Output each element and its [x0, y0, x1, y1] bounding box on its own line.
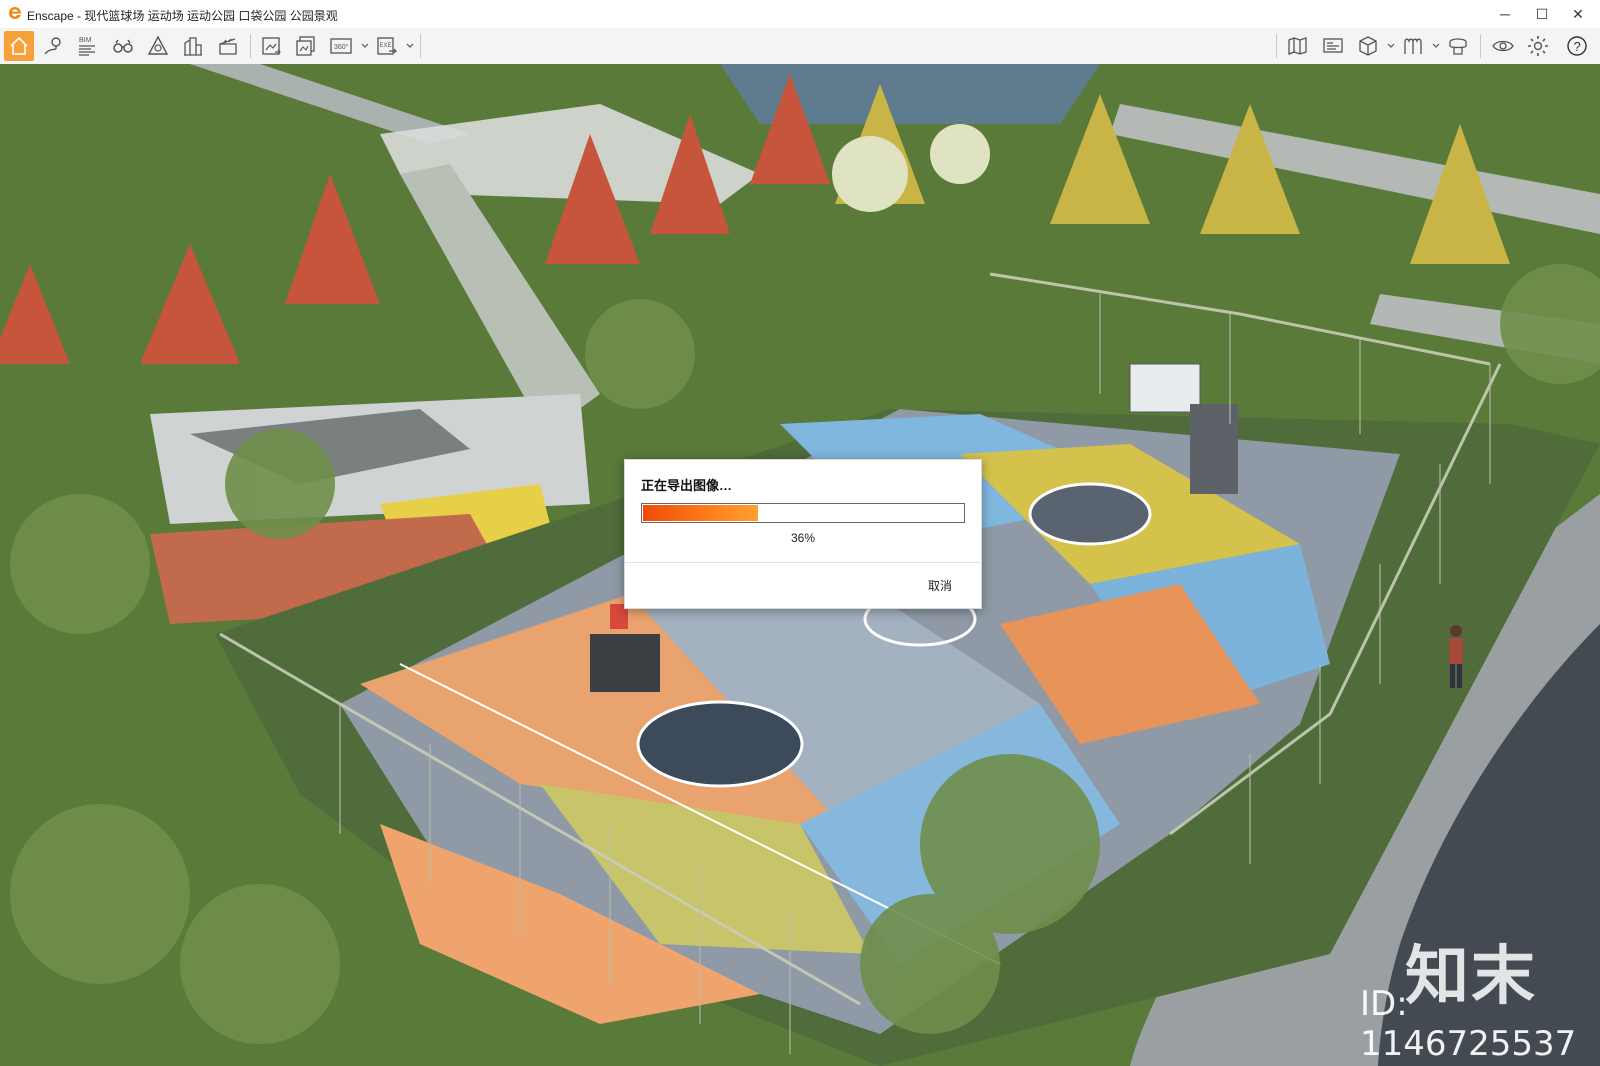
settings-button[interactable] — [1523, 31, 1553, 61]
svg-text:?: ? — [1574, 39, 1581, 54]
panorama-button[interactable]: 360° — [326, 31, 356, 61]
toolbar-separator — [1480, 34, 1481, 58]
presentation-icon — [1323, 38, 1343, 53]
svg-text:BIM: BIM — [79, 37, 92, 44]
location-pin-icon — [44, 37, 61, 55]
location-button[interactable] — [38, 31, 68, 61]
batch-render-icon — [296, 36, 315, 56]
enscape-logo-icon — [9, 7, 21, 19]
atmosphere-icon — [147, 35, 169, 55]
asset-library-icon — [1404, 38, 1422, 54]
asset-library-button[interactable] — [1398, 31, 1428, 61]
views-button[interactable] — [108, 31, 138, 61]
settings-gear-icon — [1528, 36, 1548, 56]
binoculars-icon — [113, 39, 133, 53]
dialog-title: 正在导出图像… — [641, 478, 733, 493]
export-exe-icon: EXE — [377, 37, 397, 55]
close-button[interactable]: ✕ — [1556, 0, 1600, 28]
svg-text:360°: 360° — [334, 43, 349, 51]
help-icon: ? — [1567, 36, 1587, 56]
toolbar-separator — [420, 34, 421, 58]
clapperboard-icon — [219, 38, 237, 55]
render-image-icon — [262, 37, 281, 55]
bim-button[interactable]: BIM — [72, 31, 102, 61]
help-button[interactable]: ? — [1562, 31, 1592, 61]
map-icon — [1288, 37, 1307, 55]
chevron-down-icon[interactable] — [405, 41, 415, 51]
chevron-down-icon[interactable] — [360, 41, 370, 51]
chevron-down-icon[interactable] — [1386, 41, 1396, 51]
chevron-down-icon[interactable] — [1431, 41, 1441, 51]
watermark-id: ID: 1146725537 — [1360, 984, 1577, 1064]
map-button[interactable] — [1283, 31, 1313, 61]
home-button[interactable] — [4, 31, 34, 61]
title-bar: Enscape - 现代篮球场 运动场 运动公园 口袋公园 公园景观 ─ ☐ ✕ — [0, 0, 1600, 29]
progress-bar-fill — [643, 505, 758, 521]
toolbar-separator — [1276, 34, 1277, 58]
progress-bar — [641, 503, 965, 523]
material-editor-button[interactable] — [1443, 31, 1473, 61]
presentation-button[interactable] — [1318, 31, 1348, 61]
material-editor-icon — [1449, 38, 1467, 55]
visibility-button[interactable] — [1488, 31, 1518, 61]
cancel-button[interactable]: 取消 — [915, 575, 965, 597]
main-toolbar: BIM 360° EXE ? — [0, 28, 1600, 87]
panorama-360-icon: 360° — [330, 38, 352, 54]
window-title: Enscape - 现代篮球场 运动场 运动公园 口袋公园 公园景观 — [27, 9, 338, 23]
export-progress-dialog: 正在导出图像… 36% 取消 — [624, 459, 982, 609]
buildings-icon — [184, 37, 202, 56]
export-exe-button[interactable]: EXE — [372, 31, 402, 61]
cube-view-icon — [1359, 36, 1377, 56]
batch-render-button[interactable] — [291, 31, 321, 61]
progress-percent: 36% — [790, 531, 816, 545]
home-icon — [10, 36, 28, 55]
buildings-button[interactable] — [178, 31, 208, 61]
dialog-divider — [625, 562, 981, 563]
bim-icon: BIM — [79, 37, 95, 56]
atmosphere-button[interactable] — [143, 31, 173, 61]
render-image-button[interactable] — [256, 31, 286, 61]
svg-text:EXE: EXE — [380, 43, 392, 49]
visibility-icon — [1492, 40, 1514, 52]
cube-view-button[interactable] — [1353, 31, 1383, 61]
toolbar-separator — [250, 34, 251, 58]
video-editor-button[interactable] — [213, 31, 243, 61]
